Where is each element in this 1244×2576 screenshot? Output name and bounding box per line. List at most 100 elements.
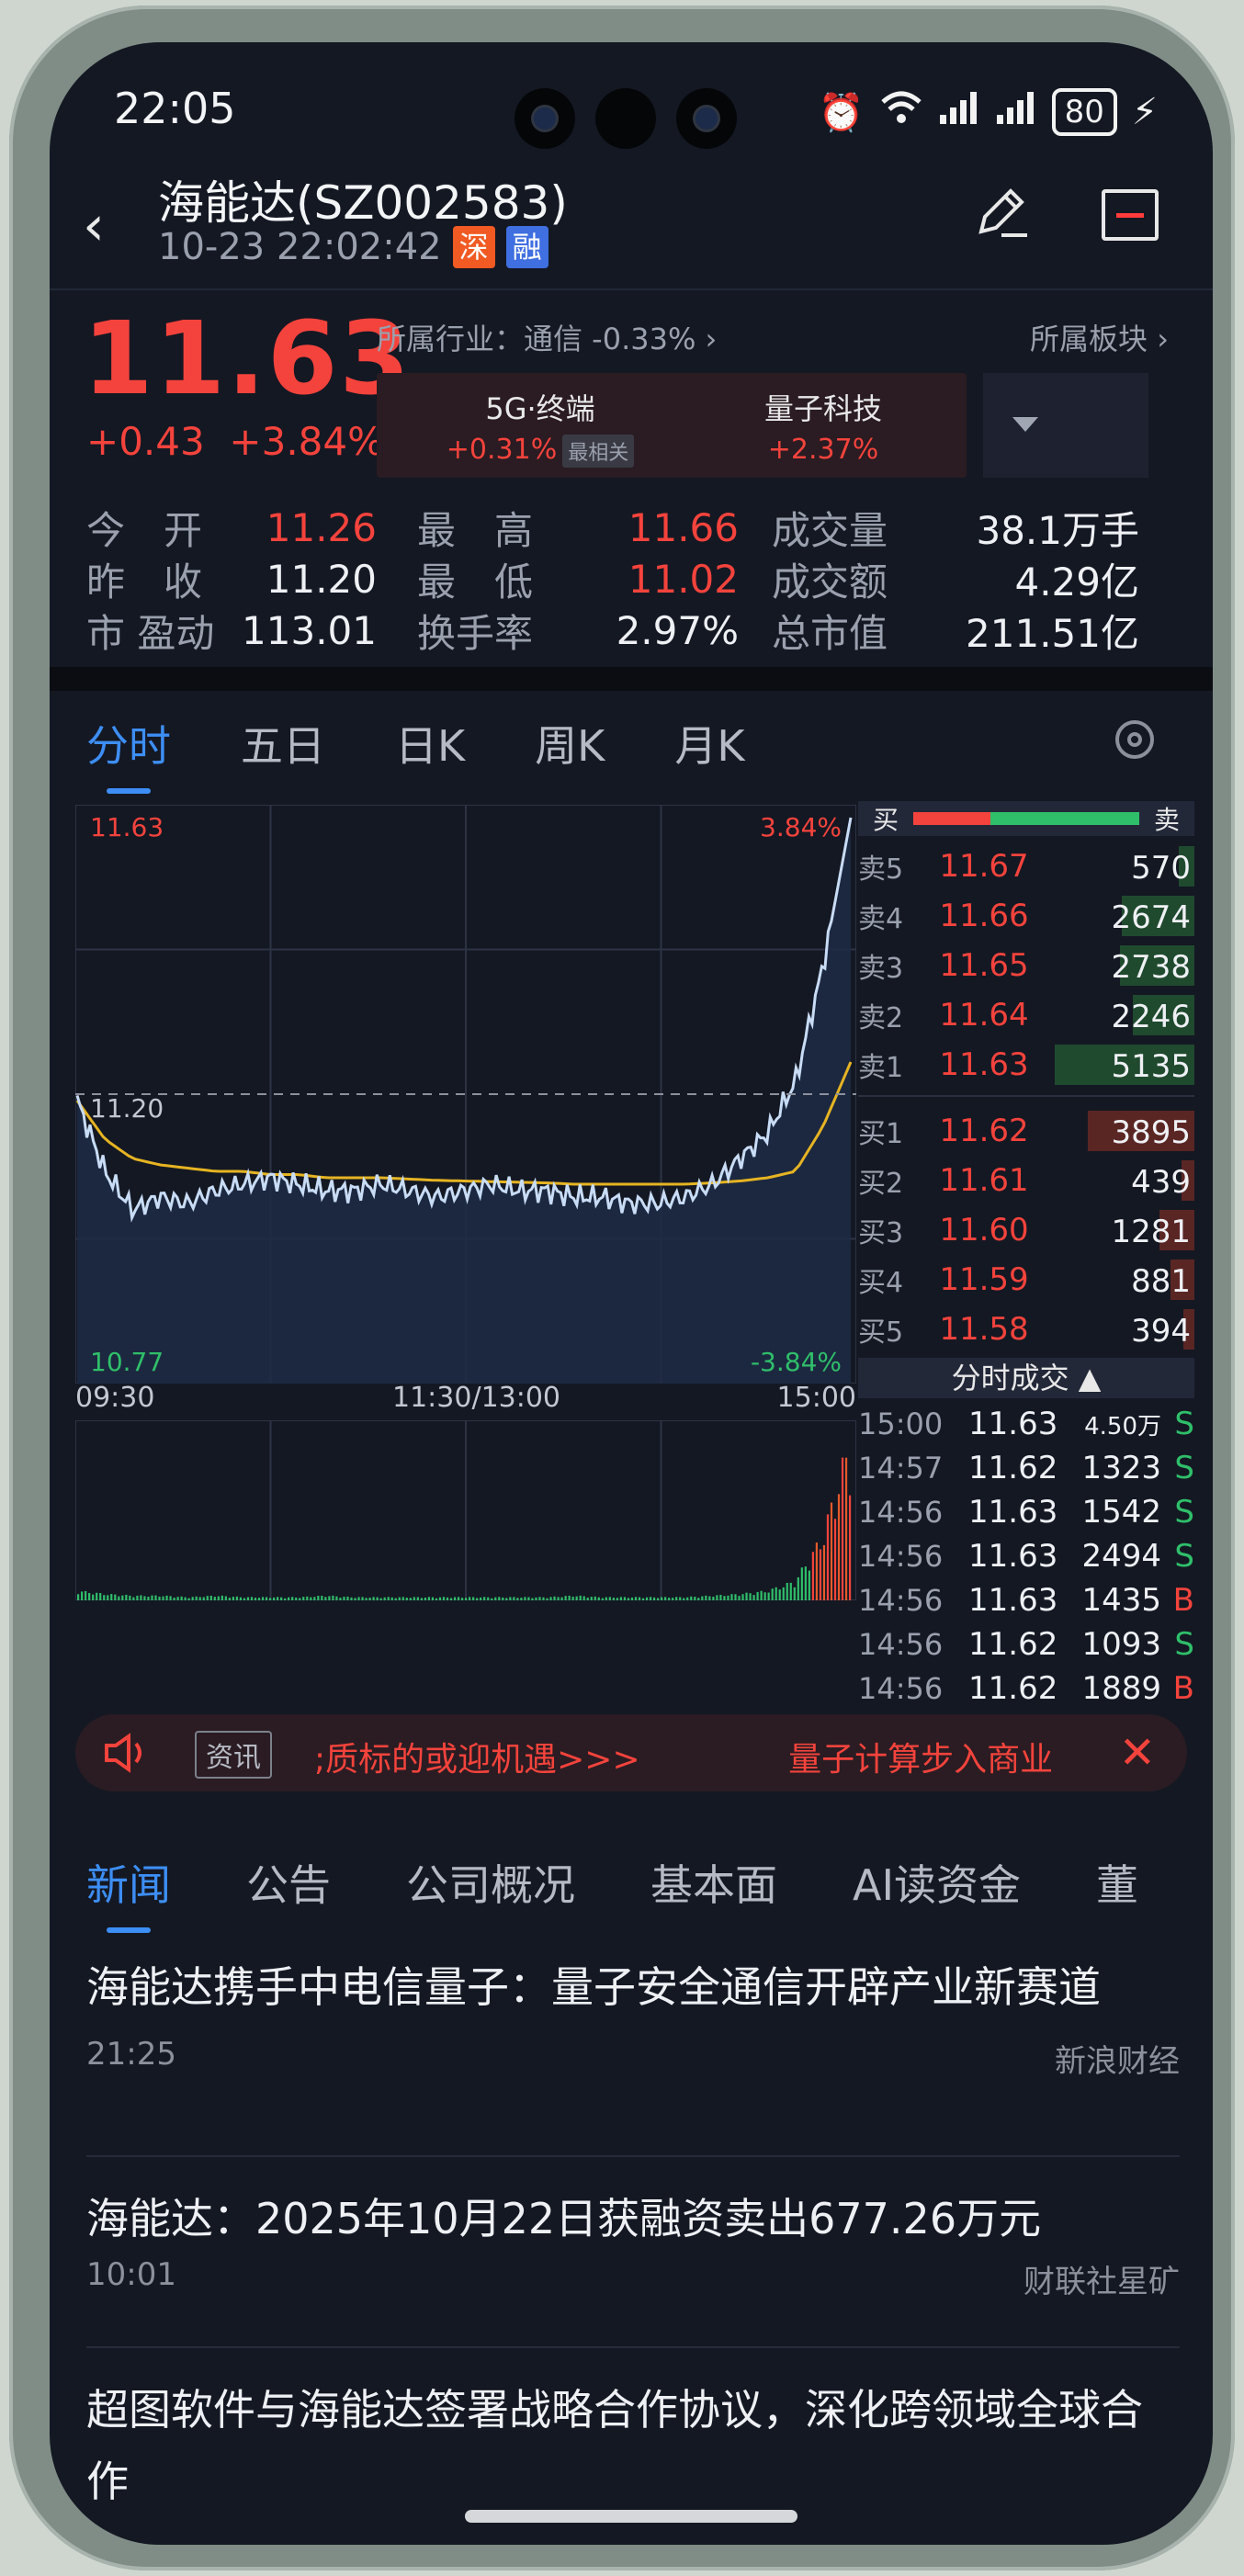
order-book-row[interactable]: 卖5 11.67 570: [858, 842, 1194, 891]
tab-news[interactable]: 新闻: [86, 1852, 171, 1933]
trade-qty: 2494: [1081, 1538, 1161, 1575]
volume-bar: [339, 1598, 342, 1600]
tab-monthly-k[interactable]: 月K: [674, 713, 744, 774]
trade-side: S: [1174, 1626, 1194, 1663]
ticker-item: 量子计算步入商业: [788, 1741, 1054, 1779]
volume-bar: [793, 1587, 796, 1600]
order-book-row[interactable]: 卖4 11.66 2674: [858, 891, 1194, 941]
volume-bar: [243, 1598, 246, 1600]
volume-bar: [608, 1597, 611, 1600]
volume-bar: [531, 1598, 534, 1600]
volume-bar: [416, 1597, 419, 1600]
volume-bar: [99, 1593, 102, 1600]
order-book-row[interactable]: 买2 11.61 439: [858, 1156, 1194, 1205]
volume-bar: [549, 1597, 552, 1600]
intraday-chart[interactable]: 11.63 11.20 10.77 3.84% -3.84%: [75, 805, 856, 1384]
news-item[interactable]: 超图软件与海能达签署战略合作协议，深化跨领域全球合作: [86, 2374, 1180, 2517]
volume-bar: [557, 1597, 560, 1600]
news-headline: 海能达：2025年10月22日获融资卖出677.26万元: [86, 2194, 1042, 2243]
volume-bar: [261, 1597, 265, 1600]
order-book-header: 买 卖: [858, 801, 1194, 836]
volume-bar: [354, 1598, 356, 1600]
trade-price: 11.63: [968, 1494, 1058, 1531]
order-book-row[interactable]: 卖2 11.64 2246: [858, 990, 1194, 1040]
volume-bar: [343, 1596, 345, 1600]
back-icon[interactable]: ‹: [83, 194, 105, 258]
volume-bar: [132, 1597, 135, 1600]
market-tag: 深: [452, 226, 495, 268]
camera-icon: [595, 88, 656, 149]
stats-row: 今 开 11.26 最 高 11.66 成交量 38.1万手: [86, 502, 1180, 553]
remove-watchlist-icon[interactable]: [1102, 189, 1159, 241]
tab-fundamentals[interactable]: 基本面: [650, 1852, 777, 1913]
volume-bar: [520, 1598, 523, 1600]
order-book-row[interactable]: 卖1 11.63 5135: [858, 1040, 1194, 1090]
volume-bar: [641, 1598, 645, 1600]
level-qty: 394: [1131, 1313, 1191, 1350]
close-icon[interactable]: ✕: [1119, 1727, 1156, 1779]
sector-card[interactable]: 5G·终端 +0.31% 最相关: [377, 373, 704, 478]
level-qty: 439: [1131, 1164, 1191, 1201]
volume-bar: [612, 1598, 615, 1600]
news-headline: 海能达携手中电信量子：量子安全通信开辟产业新赛道: [86, 1962, 1101, 2012]
stat-label: 昨 收: [86, 559, 203, 604]
news-item[interactable]: 海能达：2025年10月22日获融资卖出677.26万元 10:01 财联社星矿: [86, 2183, 1180, 2301]
tab-five-day[interactable]: 五日: [241, 713, 325, 774]
volume-bar: [453, 1597, 457, 1600]
industry-link[interactable]: 所属行业：通信 -0.33% ›: [377, 316, 717, 358]
order-book-row[interactable]: 买4 11.59 881: [858, 1255, 1194, 1305]
volume-bar: [679, 1597, 682, 1600]
settings-icon[interactable]: [1115, 720, 1154, 759]
volume-bar: [321, 1596, 323, 1600]
trades-header[interactable]: 分时成交 ▲: [858, 1358, 1194, 1398]
tab-daily-k[interactable]: 日K: [395, 713, 465, 774]
stat-value: 11.66: [628, 504, 739, 550]
volume-bar: [723, 1596, 726, 1600]
level-label: 卖2: [858, 1002, 904, 1034]
volume-bar: [198, 1597, 201, 1600]
tab-intraday[interactable]: 分时: [86, 713, 171, 794]
sector-dropdown-icon[interactable]: [983, 373, 1148, 478]
volume-bar: [187, 1598, 190, 1600]
order-book-row[interactable]: 卖3 11.65 2738: [858, 941, 1194, 990]
volume-bar: [494, 1597, 497, 1600]
volume-chart[interactable]: [75, 1420, 856, 1600]
volume-bar: [147, 1597, 150, 1600]
volume-bar: [542, 1597, 545, 1600]
tab-board[interactable]: 董: [1096, 1852, 1138, 1913]
volume-bar: [288, 1597, 290, 1600]
sector-card[interactable]: 量子科技 +2.37%: [680, 373, 967, 478]
volume-bar: [822, 1544, 826, 1600]
buy-label: 买: [873, 805, 899, 835]
tab-weekly-k[interactable]: 周K: [535, 713, 605, 774]
volume-bar: [498, 1597, 501, 1600]
news-ticker[interactable]: 资讯 ;质标的或迎机遇>>> 量子计算步入商业 ✕: [75, 1714, 1187, 1791]
volume-bar: [346, 1596, 349, 1600]
volume-bar: [730, 1594, 733, 1600]
order-book-row[interactable]: 买1 11.62 3895: [858, 1106, 1194, 1156]
volume-bar: [546, 1598, 548, 1600]
volume-bar: [107, 1595, 109, 1600]
divider: [50, 288, 1213, 290]
trade-price: 11.62: [968, 1626, 1058, 1663]
tab-announcements[interactable]: 公告: [246, 1852, 331, 1913]
volume-bar: [605, 1597, 607, 1600]
tab-ai-funds[interactable]: AI读资金: [853, 1852, 1021, 1913]
volume-bar: [129, 1595, 131, 1600]
edit-icon[interactable]: [968, 180, 1033, 248]
news-time: 21:25: [86, 2036, 176, 2073]
volume-bar: [121, 1595, 124, 1600]
order-book-row[interactable]: 买5 11.58 394: [858, 1305, 1194, 1354]
volume-bar: [786, 1582, 788, 1600]
volume-bar: [502, 1597, 504, 1600]
tab-company-profile[interactable]: 公司概况: [406, 1852, 575, 1913]
volume-bar: [228, 1598, 231, 1600]
wifi-icon: [879, 89, 923, 135]
level-label: 卖4: [858, 903, 904, 935]
order-book-row[interactable]: 买3 11.60 1281: [858, 1205, 1194, 1255]
volume-bar: [332, 1595, 334, 1600]
news-item[interactable]: 海能达携手中电信量子：量子安全通信开辟产业新赛道 21:25 新浪财经: [86, 1951, 1180, 2081]
sector-link[interactable]: 所属板块 ›: [1030, 316, 1169, 358]
home-indicator[interactable]: [465, 2510, 797, 2523]
volume-bar: [114, 1594, 117, 1600]
